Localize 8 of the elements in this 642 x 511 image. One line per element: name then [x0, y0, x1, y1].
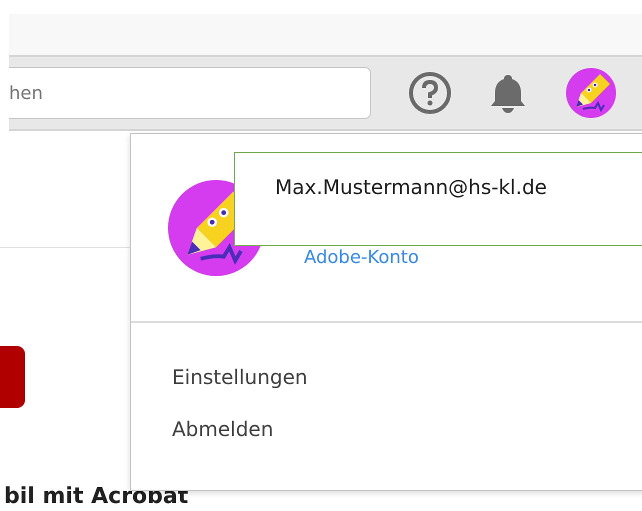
search-field[interactable]: hen	[9, 67, 371, 119]
email-text: Max.Mustermann@hs-kl.de	[275, 175, 547, 199]
menu-item[interactable]: Abmelden	[131, 403, 642, 455]
avatar-button[interactable]	[566, 68, 616, 118]
help-icon[interactable]	[408, 71, 452, 115]
app-icon	[0, 346, 25, 408]
bell-icon[interactable]	[490, 73, 526, 113]
menu-item[interactable]: Einstellungen	[131, 351, 642, 403]
